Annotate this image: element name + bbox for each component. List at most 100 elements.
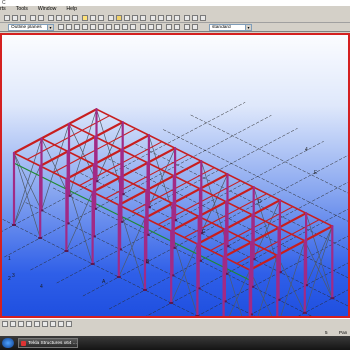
view-filter-dropdown[interactable]: Outline planes ▾ [8,24,54,31]
menu-item-parts[interactable]: rts [0,6,6,13]
base-plate [143,289,147,291]
copy-icon[interactable] [56,15,62,21]
snap-line-icon[interactable] [114,24,120,30]
select-points-icon[interactable] [42,321,48,327]
taskbar-item-tekla[interactable]: Tekla Structures x64 ... [18,338,78,348]
depth-icon[interactable] [148,24,154,30]
snap-end-icon[interactable] [74,24,80,30]
open-model-icon[interactable] [12,15,18,21]
grid-icon[interactable] [192,15,198,21]
bracing [13,152,41,239]
snap-intersect-icon[interactable] [90,24,96,30]
start-button-icon[interactable] [2,338,14,348]
inquire-icon[interactable] [124,15,130,21]
bracing [13,152,42,211]
move-icon[interactable] [90,15,96,21]
select-icon[interactable] [82,15,88,21]
grid-label: E [314,170,318,176]
bracing [118,204,146,291]
select-bolts-icon[interactable] [26,321,32,327]
grid-label: C [202,229,206,235]
bracing [41,138,70,197]
base-plate [195,315,200,316]
view-icon[interactable] [184,15,190,21]
workplane-icon[interactable] [156,24,162,30]
snap-grid-icon[interactable] [106,24,112,30]
delete-icon[interactable] [72,15,78,21]
numbering-icon[interactable] [158,15,164,21]
snap-icon[interactable] [66,24,72,30]
folder-icon[interactable] [116,15,122,21]
bracing [249,269,273,316]
rotate-icon[interactable] [98,15,104,21]
bracing [170,230,198,316]
pointer-icon[interactable] [58,24,64,30]
chevron-down-icon: ▾ [245,25,251,30]
bracing [304,240,333,299]
snap-mid-icon[interactable] [82,24,88,30]
menu-item-window[interactable]: Window [38,6,56,13]
model-view-3d[interactable]: 1234ABCDE4 [0,33,350,318]
base-plate [116,276,121,278]
properties-dropdown[interactable]: standard ▾ [209,24,252,31]
clash-check-icon[interactable] [166,15,172,21]
select-planes-icon[interactable] [50,321,56,327]
plane-icon[interactable] [140,24,146,30]
select-parts-icon[interactable] [10,321,16,327]
menu-item-help[interactable]: Help [66,6,77,13]
tekla-app-icon [21,341,26,346]
grid-label: 3 [12,273,15,279]
grid-label: 4 [305,147,308,153]
base-plate [38,237,43,239]
snap-perp-icon[interactable] [98,24,104,30]
properties-value: standard [212,25,231,30]
select-assemblies-icon[interactable] [66,321,72,327]
taskbar-item-label: Tekla Structures x64 ... [28,341,77,346]
redo-icon[interactable] [38,15,44,21]
grid-line [163,129,348,222]
base-plate [169,302,174,304]
snap-center-icon[interactable] [122,24,128,30]
cut-icon[interactable] [48,15,54,21]
bracing [305,212,333,299]
select-grids-icon[interactable] [34,321,40,327]
report-icon[interactable] [140,15,146,21]
help-icon[interactable] [200,15,206,21]
status-bar [0,318,350,329]
grid-label: D [258,199,262,205]
base-plate [90,263,95,265]
mode-text: Pan [339,330,348,335]
base-plate [330,297,335,300]
grid-line [135,143,348,250]
grid-label: 1 [8,256,11,262]
new-model-icon[interactable] [4,15,10,21]
menu-item-tools[interactable]: Tools [16,6,28,13]
select-all-icon[interactable] [2,321,8,327]
grid-label: 4 [40,284,43,290]
select-filter-icon[interactable] [174,24,180,30]
catalog-icon[interactable] [174,15,180,21]
base-plate [12,224,16,226]
secondary-toolbar: Outline planes ▾ standard ▾ [0,23,350,32]
drawing-icon[interactable] [150,15,156,21]
switch-icon[interactable] [184,24,190,30]
taskbar: Tekla Structures x64 ... [0,336,350,350]
bracing [257,255,278,316]
zoom-icon[interactable] [108,15,114,21]
bracing [228,269,251,316]
base-plate [302,311,307,314]
filter-icon[interactable] [166,24,172,30]
menu-bar: rts Tools Window Help [0,6,350,13]
select-components-icon[interactable] [58,321,64,327]
grid-label: 2 [8,276,11,282]
main-toolbar [0,13,350,23]
switch-2-icon[interactable] [192,24,198,30]
snap-free-icon[interactable] [130,24,136,30]
measure-icon[interactable] [132,15,138,21]
structure-model: 12 34ABCDE4 [2,102,348,316]
undo-icon[interactable] [30,15,36,21]
select-welds-icon[interactable] [18,321,24,327]
save-model-icon[interactable] [20,15,26,21]
paste-icon[interactable] [64,15,70,21]
bracing [276,255,306,314]
